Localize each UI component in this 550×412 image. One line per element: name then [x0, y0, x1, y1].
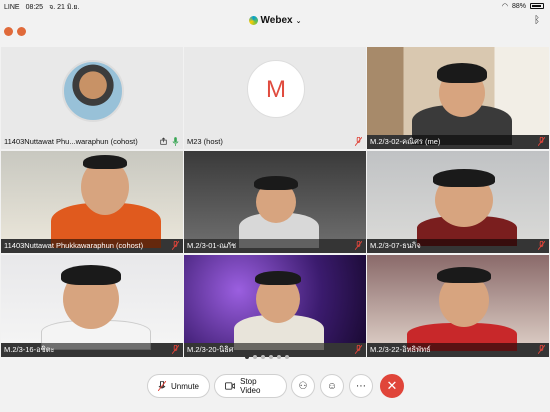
mic-muted-icon [538, 241, 545, 250]
page-dot[interactable] [285, 355, 289, 359]
participant-name: M23 (host) [184, 135, 366, 149]
page-dot[interactable] [261, 355, 265, 359]
mic-muted-icon [172, 345, 179, 354]
participant-video [184, 255, 366, 350]
participant-name: 11403Nuttawat Phu...waraphun (cohost) [1, 135, 183, 149]
mic-muted-icon [355, 241, 362, 250]
participant-tile[interactable]: M.2/3-16-อชิตะ [1, 255, 183, 357]
participant-name: M.2/3-16-อชิตะ [1, 343, 183, 357]
participant-tile[interactable]: 11403Nuttawat Phukkawaraphun (cohost) [1, 151, 183, 253]
mic-muted-icon [355, 137, 362, 146]
unmute-label: Unmute [170, 381, 199, 391]
more-icon: ⋯ [356, 380, 366, 392]
time-label: 08:25 [25, 4, 44, 11]
page-indicator[interactable] [245, 355, 289, 359]
bluetooth-icon[interactable]: ᛒ [534, 15, 540, 26]
mic-on-icon [172, 137, 179, 146]
page-dot[interactable] [269, 355, 273, 359]
chevron-down-icon: ⌄ [295, 17, 302, 25]
mic-muted-icon [538, 137, 545, 146]
participant-tile[interactable]: 11403Nuttawat Phu...waraphun (cohost) [1, 47, 183, 149]
carrier-label: LINE [4, 4, 20, 11]
meeting-controls: Unmute Stop Video ⚇ ☺ ⋯ ✕ [0, 366, 550, 406]
video-camera-icon [225, 382, 236, 390]
avatar: M [247, 60, 305, 118]
participant-name: 11403Nuttawat Phukkawaraphun (cohost) [1, 239, 183, 253]
stop-video-button[interactable]: Stop Video [214, 374, 287, 398]
reactions-button[interactable]: ☺ [320, 374, 344, 398]
participant-name: M.2/3-07-ธนกิจ [367, 239, 549, 253]
more-options-button[interactable]: ⋯ [349, 374, 373, 398]
avatar [62, 60, 124, 122]
participant-video [367, 255, 549, 351]
wifi-icon: ◠ [501, 3, 508, 10]
participant-video [1, 255, 183, 350]
mic-muted-icon [158, 381, 166, 391]
battery-icon [530, 3, 544, 9]
unmute-button[interactable]: Unmute [147, 374, 210, 398]
lock-icon[interactable] [17, 27, 26, 36]
participant-name: M.2/3-22-อิทธิพัทธ์ [367, 343, 549, 357]
end-call-button[interactable]: ✕ [380, 374, 404, 398]
participant-tile[interactable]: M.2/3-02-คณิศร (me) [367, 47, 549, 149]
person-icon: ⚇ [298, 380, 308, 392]
close-icon: ✕ [386, 378, 398, 393]
webex-logo-icon [248, 16, 258, 25]
participant-video [367, 151, 549, 246]
page-dot[interactable] [253, 355, 257, 359]
mic-muted-icon [538, 345, 545, 354]
page-dot[interactable] [277, 355, 281, 359]
share-icon [160, 137, 167, 145]
participant-tile[interactable]: M M23 (host) [184, 47, 366, 149]
participant-tile[interactable]: M.2/3-22-อิทธิพัทธ์ [367, 255, 549, 357]
page-dot[interactable] [245, 355, 249, 359]
app-title: Webex [260, 15, 293, 26]
participant-tile[interactable]: M.2/3-20-นิธิศ [184, 255, 366, 357]
info-icon[interactable] [4, 27, 13, 36]
participant-video [184, 151, 366, 248]
stop-video-label: Stop Video [240, 377, 261, 395]
smiley-icon: ☺ [326, 380, 338, 392]
participant-name: M.2/3-01-ณภัช [184, 239, 366, 253]
mic-muted-icon [355, 345, 362, 354]
app-header: Webex ⌄ ᛒ [0, 12, 550, 34]
participant-name: M.2/3-02-คณิศร (me) [367, 135, 549, 149]
battery-label: 88% [511, 2, 526, 10]
participant-tile[interactable]: M.2/3-01-ณภัช [184, 151, 366, 253]
meeting-indicators [4, 27, 26, 36]
meeting-title-dropdown[interactable]: Webex ⌄ [0, 15, 550, 26]
participant-video [1, 151, 183, 248]
mic-muted-icon [172, 241, 179, 250]
participant-video [367, 47, 549, 145]
participants-button[interactable]: ⚇ [291, 374, 315, 398]
status-bar: LINE 08:25 จ. 21 มิ.ย. ◠ 88% [0, 0, 550, 12]
participant-tile[interactable]: M.2/3-07-ธนกิจ [367, 151, 549, 253]
